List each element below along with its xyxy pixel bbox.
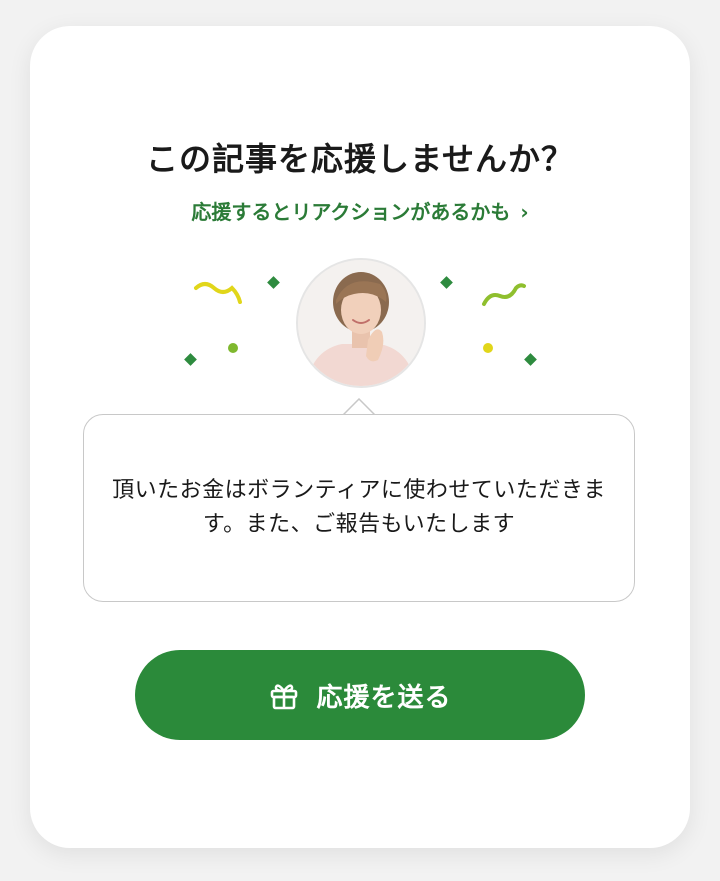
- confetti-diamond-right-top: [440, 276, 453, 289]
- confetti-squiggle-left: [194, 282, 242, 304]
- reaction-info-label: 応援するとリアクションがあるかも: [191, 200, 511, 224]
- confetti-diamond-left-top: [267, 276, 280, 289]
- creator-avatar[interactable]: [296, 258, 426, 388]
- support-card: この記事を応援しませんか？ 応援するとリアクションがあるかも › 頂いたお金はボ…: [30, 26, 690, 848]
- creator-message-bubble: 頂いたお金はボランティアに使わせていただきます。また、ご報告もいたします: [83, 414, 635, 602]
- confetti-diamond-left-bottom: [184, 353, 197, 366]
- card-title: この記事を応援しませんか？: [145, 140, 575, 178]
- confetti-dot-right: [483, 343, 493, 353]
- send-support-button[interactable]: 応援を送る: [135, 650, 585, 740]
- reaction-info-link[interactable]: 応援するとリアクションがあるかも ›: [30, 196, 690, 225]
- confetti-dot-left: [228, 343, 238, 353]
- gift-icon: [271, 684, 298, 710]
- confetti-diamond-right-bottom: [524, 353, 537, 366]
- send-support-label: 応援を送る: [316, 682, 452, 713]
- creator-message: 頂いたお金はボランティアに使わせていただきます。また、ご報告もいたします: [112, 478, 606, 537]
- chevron-right-icon: ›: [520, 200, 529, 224]
- confetti-squiggle-right: [482, 283, 526, 306]
- avatar-portrait: [298, 260, 424, 386]
